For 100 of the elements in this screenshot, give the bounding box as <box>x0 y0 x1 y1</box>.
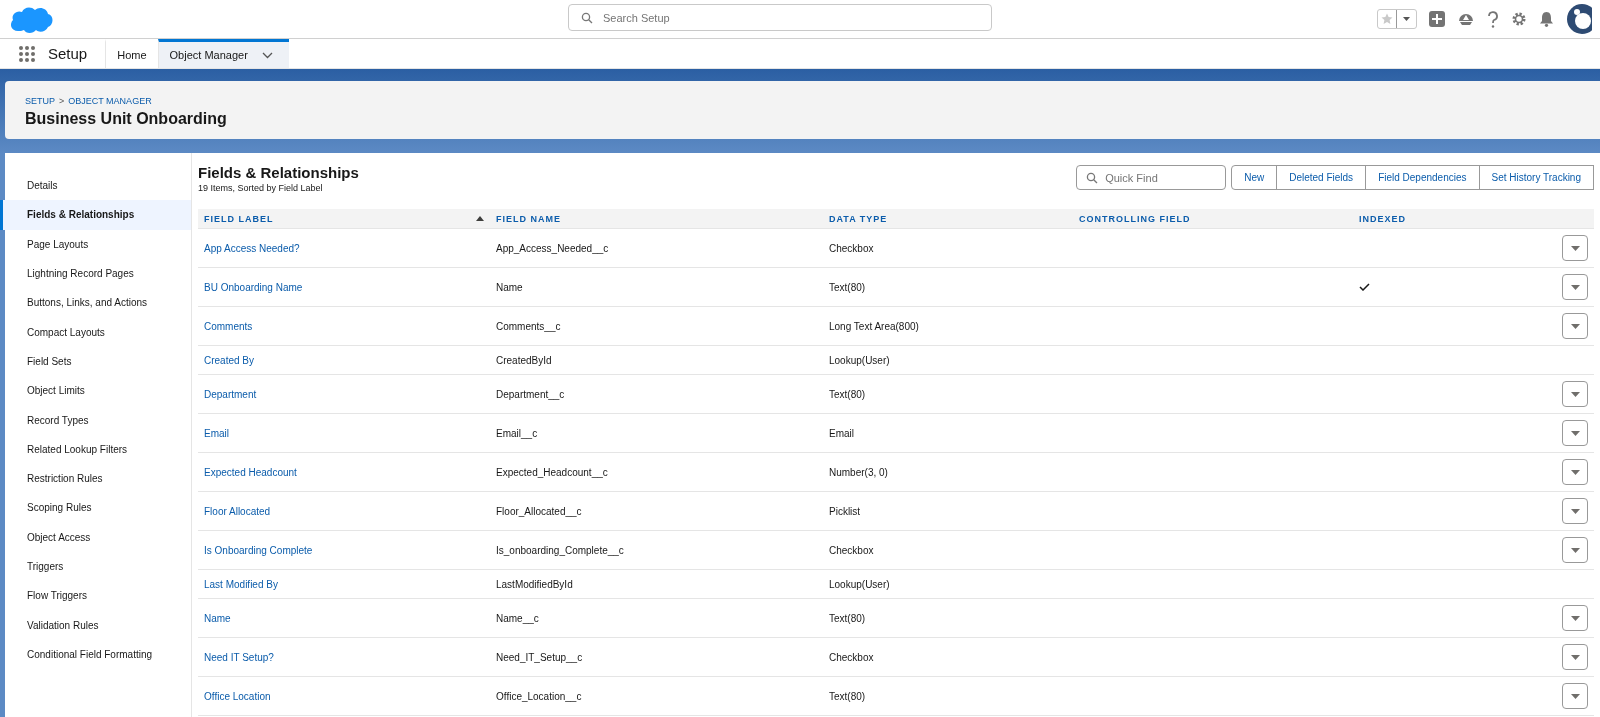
caret-down-icon <box>1570 547 1580 553</box>
field-label-link[interactable]: Comments <box>204 320 253 332</box>
sidebar-item[interactable]: Lightning Record Pages <box>0 258 191 289</box>
data-type: Number(3, 0) <box>829 466 888 478</box>
field-name: Name__c <box>496 612 539 624</box>
sidebar-item[interactable]: Details <box>0 171 191 201</box>
column-header[interactable]: DATA TYPE <box>823 209 1073 229</box>
sidebar-item[interactable]: Related Lookup Filters <box>0 434 191 464</box>
field-name: Floor_Allocated__c <box>496 505 582 517</box>
section-title: Fields & Relationships <box>198 164 359 181</box>
field-name: App_Access_Needed__c <box>496 242 609 254</box>
breadcrumb-link[interactable]: SETUP <box>25 96 55 106</box>
breadcrumb-link[interactable]: OBJECT MANAGER <box>68 96 152 106</box>
help-icon[interactable] <box>1487 10 1499 28</box>
breadcrumb-separator: > <box>59 96 65 106</box>
sidebar-item[interactable]: Conditional Field Formatting <box>0 639 191 670</box>
field-label-link[interactable]: Floor Allocated <box>204 505 271 517</box>
bell-icon[interactable] <box>1539 11 1554 27</box>
caret-down-icon <box>1403 17 1410 21</box>
search-input[interactable]: Search Setup <box>603 11 979 24</box>
field-name: LastModifiedById <box>496 578 573 590</box>
field-label-link[interactable]: Created By <box>204 354 255 366</box>
column-header[interactable]: INDEXED <box>1353 209 1534 229</box>
field-name: Expected_Headcount__c <box>496 466 608 478</box>
favorites-button[interactable] <box>1377 9 1417 29</box>
row-actions-button[interactable] <box>1562 381 1588 407</box>
sidebar-item[interactable]: Triggers <box>0 551 191 582</box>
field-name: Department__c <box>496 388 565 400</box>
row-actions-button[interactable] <box>1562 274 1588 300</box>
field-label-link[interactable]: Email <box>204 427 229 439</box>
data-type: Lookup(User) <box>829 354 890 366</box>
row-actions-button[interactable] <box>1562 313 1588 339</box>
column-header[interactable]: FIELD LABEL <box>198 209 490 229</box>
quick-find-field[interactable]: Quick Find <box>1076 165 1227 190</box>
row-actions-button[interactable] <box>1562 605 1588 631</box>
sidebar-item[interactable]: Fields & Relationships <box>0 200 191 230</box>
sidebar-item[interactable]: Validation Rules <box>0 610 191 640</box>
field-label-link[interactable]: Last Modified By <box>204 578 278 590</box>
data-type: Checkbox <box>829 544 874 556</box>
field-name: Office_Location__c <box>496 690 582 702</box>
sidebar-item[interactable]: Compact Layouts <box>0 317 191 347</box>
page-title: Business Unit Onboarding <box>25 110 228 128</box>
toolbar-button[interactable]: Field Dependencies <box>1365 165 1480 190</box>
data-type: Text(80) <box>829 612 866 624</box>
toolbar-button[interactable]: Deleted Fields <box>1276 165 1367 190</box>
toolbar-button[interactable]: New <box>1231 165 1278 190</box>
sidebar-item[interactable]: Page Layouts <box>0 229 191 259</box>
row-actions-button[interactable] <box>1562 420 1588 446</box>
nav-tab[interactable]: Object Manager <box>157 39 289 68</box>
field-name: Email__c <box>496 427 538 439</box>
caret-down-icon <box>1570 391 1580 397</box>
field-label-link[interactable]: Need IT Setup? <box>204 651 274 663</box>
row-actions-button[interactable] <box>1562 537 1588 563</box>
field-label-link[interactable]: Office Location <box>204 690 271 702</box>
sidebar-item[interactable]: Scoping Rules <box>0 493 191 523</box>
field-label-link[interactable]: Is Onboarding Complete <box>204 544 313 556</box>
row-actions-button[interactable] <box>1562 459 1588 485</box>
data-type: Checkbox <box>829 651 874 663</box>
sidebar-item[interactable]: Record Types <box>0 405 191 435</box>
field-label-link[interactable]: Name <box>204 612 231 624</box>
caret-down-icon <box>1570 284 1580 290</box>
caret-down-icon <box>1570 508 1580 514</box>
settings-icon[interactable] <box>1511 11 1527 27</box>
trailhead-icon[interactable] <box>1457 11 1475 27</box>
quick-find-input[interactable]: Quick Find <box>1105 171 1217 184</box>
row-actions-button[interactable] <box>1562 683 1588 709</box>
plus-icon[interactable] <box>1429 11 1445 27</box>
data-type: Email <box>829 427 854 439</box>
sidebar-item[interactable]: Object Access <box>0 522 191 552</box>
star-icon <box>1381 13 1393 25</box>
row-actions-button[interactable] <box>1562 235 1588 261</box>
toolbar-button[interactable]: Set History Tracking <box>1478 165 1594 190</box>
app-launcher-icon[interactable] <box>18 44 36 63</box>
sidebar-item[interactable]: Flow Triggers <box>0 581 191 611</box>
avatar-icon[interactable] <box>1566 4 1592 34</box>
column-header[interactable]: CONTROLLING FIELD <box>1073 209 1353 229</box>
caret-down-icon <box>1570 654 1580 660</box>
field-name: Name <box>496 281 523 293</box>
section-subtitle: 19 Items, Sorted by Field Label <box>198 183 324 193</box>
field-label-link[interactable]: App Access Needed? <box>204 242 300 254</box>
caret-down-icon <box>1570 615 1580 621</box>
data-type: Text(80) <box>829 281 866 293</box>
nav-tab[interactable]: Home <box>105 39 158 68</box>
sidebar-item[interactable]: Object Limits <box>0 376 191 406</box>
field-label-link[interactable]: Expected Headcount <box>204 466 297 478</box>
data-type: Picklist <box>829 505 861 517</box>
chevron-down-icon[interactable] <box>261 51 273 59</box>
sidebar-item[interactable]: Field Sets <box>0 346 191 377</box>
field-name: Comments__c <box>496 320 561 332</box>
sidebar-item[interactable]: Buttons, Links, and Actions <box>0 288 191 318</box>
app-name: Setup <box>48 45 88 62</box>
row-actions-button[interactable] <box>1562 498 1588 524</box>
field-label-link[interactable]: Department <box>204 388 257 400</box>
field-label-link[interactable]: BU Onboarding Name <box>204 281 303 293</box>
search-icon <box>581 11 593 24</box>
search-field[interactable]: Search Setup <box>568 4 992 31</box>
caret-down-icon <box>1570 469 1580 475</box>
sidebar-item[interactable]: Restriction Rules <box>0 463 191 494</box>
row-actions-button[interactable] <box>1562 644 1588 670</box>
column-header[interactable]: FIELD NAME <box>490 209 823 229</box>
